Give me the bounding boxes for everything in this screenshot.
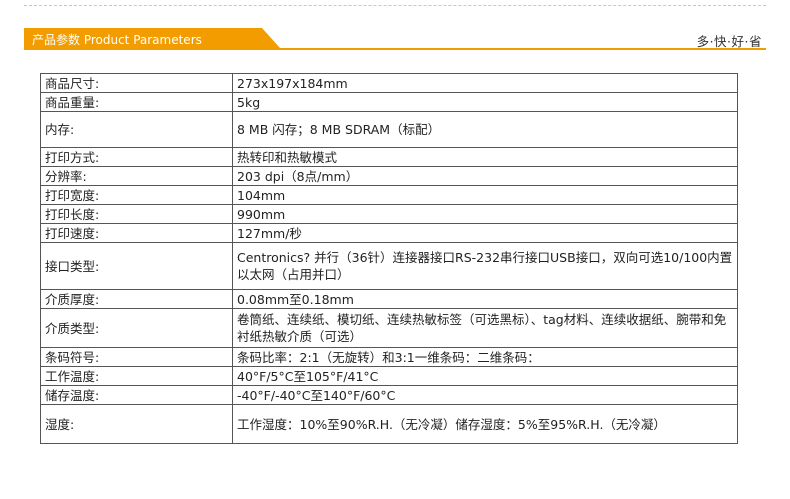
table-row: 商品尺寸: 273x197x184mm	[40, 73, 738, 93]
table-row: 分辨率: 203 dpi（8点/mm）	[40, 166, 738, 186]
table-row: 工作温度: 40°F/5°C至105°F/41°C	[40, 366, 738, 386]
param-label: 打印长度:	[40, 204, 233, 224]
table-row: 湿度: 工作湿度：10%至90%R.H.（无冷凝）储存湿度：5%至95%R.H.…	[40, 404, 738, 444]
table-row: 接口类型: Centronics? 并行（36针）连接器接口RS-232串行接口…	[40, 242, 738, 290]
param-value: 热转印和热敏模式	[232, 147, 738, 167]
param-label: 打印速度:	[40, 223, 233, 243]
product-parameters-table: 商品尺寸: 273x197x184mm 商品重量: 5kg 内存: 8 MB 闪…	[40, 73, 738, 444]
param-value: -40°F/-40°C至140°F/60°C	[232, 385, 738, 405]
table-row: 介质类型: 卷筒纸、连续纸、模切纸、连续热敏标签（可选黑标）、tag材料、连续收…	[40, 308, 738, 348]
table-row: 介质厚度: 0.08mm至0.18mm	[40, 289, 738, 309]
header-slogan: 多·快·好·省	[696, 34, 762, 49]
param-label: 分辨率:	[40, 166, 233, 186]
param-value: 990mm	[232, 204, 738, 224]
param-value: 卷筒纸、连续纸、模切纸、连续热敏标签（可选黑标）、tag材料、连续收据纸、腕带和…	[232, 308, 738, 348]
param-value: 127mm/秒	[232, 223, 738, 243]
param-label: 储存温度:	[40, 385, 233, 405]
param-value: 0.08mm至0.18mm	[232, 289, 738, 309]
param-value: 5kg	[232, 92, 738, 112]
param-label: 打印方式:	[40, 147, 233, 167]
param-label: 商品重量:	[40, 92, 233, 112]
section-title: 产品参数 Product Parameters	[32, 33, 202, 47]
table-row: 储存温度: -40°F/-40°C至140°F/60°C	[40, 385, 738, 405]
param-label: 商品尺寸:	[40, 73, 233, 93]
section-header: 产品参数 Product Parameters 多·快·好·省	[24, 28, 766, 50]
table-row: 商品重量: 5kg	[40, 92, 738, 112]
param-value: 104mm	[232, 185, 738, 205]
table-row: 打印方式: 热转印和热敏模式	[40, 147, 738, 167]
param-value: 条码比率：2:1（无旋转）和3:1一维条码：二维条码：	[232, 347, 738, 367]
table-row: 条码符号: 条码比率：2:1（无旋转）和3:1一维条码：二维条码：	[40, 347, 738, 367]
param-label: 打印宽度:	[40, 185, 233, 205]
table-row: 内存: 8 MB 闪存；8 MB SDRAM（标配）	[40, 111, 738, 148]
table-row: 打印宽度: 104mm	[40, 185, 738, 205]
param-value: 8 MB 闪存；8 MB SDRAM（标配）	[232, 111, 738, 148]
param-label: 内存:	[40, 111, 233, 148]
param-value: 273x197x184mm	[232, 73, 738, 93]
table-row: 打印速度: 127mm/秒	[40, 223, 738, 243]
param-value: Centronics? 并行（36针）连接器接口RS-232串行接口USB接口，…	[232, 242, 738, 290]
param-value: 工作湿度：10%至90%R.H.（无冷凝）储存湿度：5%至95%R.H.（无冷凝…	[232, 404, 738, 444]
param-label: 工作温度:	[40, 366, 233, 386]
table-row: 打印长度: 990mm	[40, 204, 738, 224]
header-underline	[24, 48, 766, 50]
param-value: 40°F/5°C至105°F/41°C	[232, 366, 738, 386]
param-label: 介质厚度:	[40, 289, 233, 309]
top-dashed-divider	[24, 5, 766, 6]
param-label: 条码符号:	[40, 347, 233, 367]
param-value: 203 dpi（8点/mm）	[232, 166, 738, 186]
param-label: 湿度:	[40, 404, 233, 444]
param-label: 介质类型:	[40, 308, 233, 348]
param-label: 接口类型:	[40, 242, 233, 290]
